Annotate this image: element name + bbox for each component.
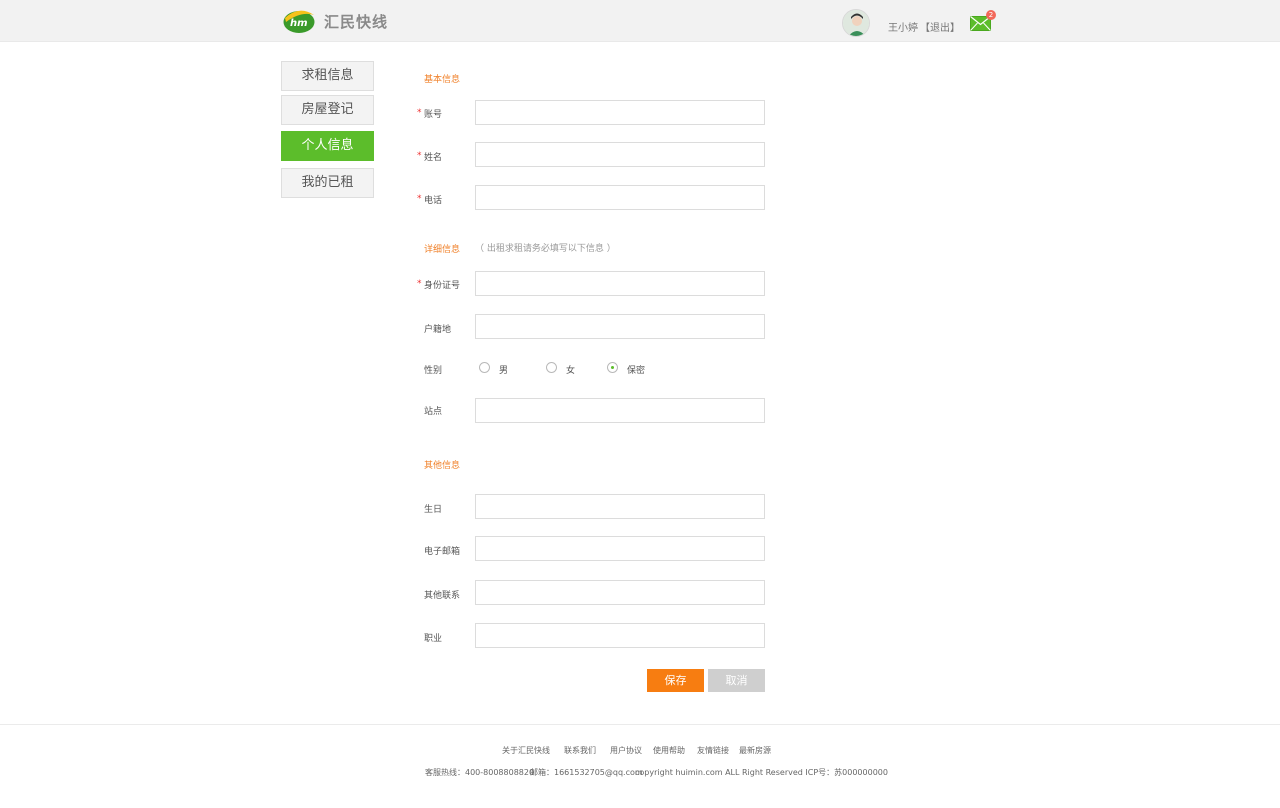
gender-radio-female[interactable] — [546, 362, 557, 373]
email-input[interactable] — [475, 536, 765, 561]
save-button[interactable]: 保存 — [647, 669, 704, 692]
phone-label: 电话 — [424, 196, 443, 206]
footer-link-agreement[interactable]: 用户协议 — [610, 745, 642, 756]
gender-label: 性别 — [424, 366, 443, 376]
svg-text:hm: hm — [290, 18, 308, 29]
station-label: 站点 — [424, 407, 443, 417]
footer-divider — [0, 724, 1280, 725]
other-contact-label: 其他联系 — [424, 591, 461, 601]
section-title-basic: 基本信息 — [424, 75, 461, 85]
name-label: 姓名 — [424, 153, 443, 163]
footer-copyright: copyright huimin.com ALL Right Reserved … — [635, 768, 888, 777]
cancel-button[interactable]: 取消 — [708, 669, 765, 692]
account-input[interactable] — [475, 100, 765, 125]
other-contact-input[interactable] — [475, 580, 765, 605]
username: 王小婷 — [888, 23, 918, 34]
sidebar-item-house-register[interactable]: 房屋登记 — [281, 95, 374, 125]
footer-hotline: 客服热线：400-8008808820 — [425, 768, 535, 777]
occupation-input[interactable] — [475, 623, 765, 648]
logo-icon[interactable]: hm — [283, 7, 315, 34]
birthday-input[interactable] — [475, 494, 765, 519]
footer-email: 邮箱：1661532705@qq.com — [530, 768, 643, 777]
id-number-input[interactable] — [475, 271, 765, 296]
user-avatar-icon — [843, 10, 869, 36]
section-note-detail: （ 出租求租请务必填写以下信息 ） — [475, 244, 616, 254]
station-input[interactable] — [475, 398, 765, 423]
gender-option-private: 保密 — [627, 366, 646, 376]
required-mark: * — [417, 194, 422, 204]
birthday-label: 生日 — [424, 505, 443, 515]
gender-option-female: 女 — [566, 366, 576, 376]
avatar[interactable] — [842, 9, 870, 37]
phone-input[interactable] — [475, 185, 765, 210]
hometown-label: 户籍地 — [424, 325, 452, 335]
sidebar-item-personal-info[interactable]: 个人信息 — [281, 131, 374, 161]
footer-link-about[interactable]: 关于汇民快线 — [502, 745, 550, 756]
footer-link-friends[interactable]: 友情链接 — [697, 745, 729, 756]
footer-link-latest[interactable]: 最新房源 — [739, 745, 771, 756]
logout-link[interactable]: 【退出】 — [920, 19, 960, 34]
email-label: 电子邮箱 — [424, 547, 461, 557]
required-mark: * — [417, 279, 422, 289]
required-mark: * — [417, 151, 422, 161]
sidebar-item-rent-request[interactable]: 求租信息 — [281, 61, 374, 91]
hometown-input[interactable] — [475, 314, 765, 339]
logo-text: 汇民快线 — [324, 13, 389, 31]
required-mark: * — [417, 108, 422, 118]
top-header: hm 汇民快线 王小婷 【退出】 2 — [0, 0, 1280, 42]
section-title-other: 其他信息 — [424, 461, 461, 471]
id-number-label: 身份证号 — [424, 281, 461, 291]
section-title-detail: 详细信息 — [424, 245, 461, 255]
gender-radio-male[interactable] — [479, 362, 490, 373]
footer-link-help[interactable]: 使用帮助 — [653, 745, 685, 756]
gender-option-male: 男 — [499, 366, 509, 376]
name-input[interactable] — [475, 142, 765, 167]
gender-radio-private[interactable] — [607, 362, 618, 373]
footer-link-contact[interactable]: 联系我们 — [564, 745, 596, 756]
occupation-label: 职业 — [424, 634, 443, 644]
account-label: 账号 — [424, 110, 443, 120]
mail-count-badge: 2 — [986, 10, 996, 20]
sidebar-item-my-rented[interactable]: 我的已租 — [281, 168, 374, 198]
